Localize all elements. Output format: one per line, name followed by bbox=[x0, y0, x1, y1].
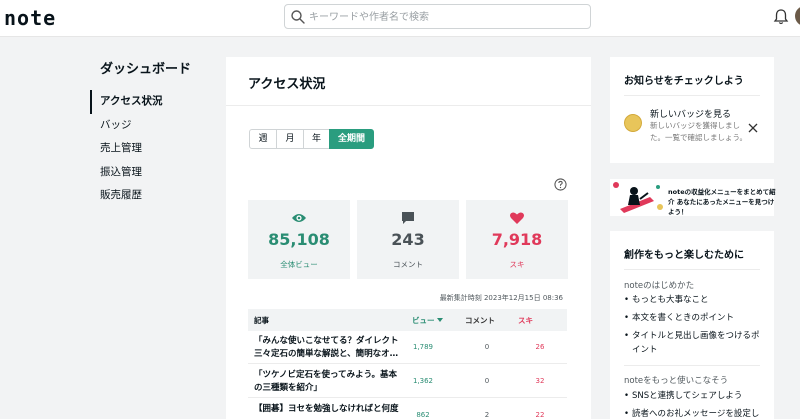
avatar[interactable] bbox=[795, 6, 800, 26]
tips-link[interactable]: もっとも大事なこと bbox=[624, 293, 764, 307]
divider bbox=[226, 105, 591, 106]
sidebar-item-sales[interactable]: 売上管理 bbox=[90, 137, 210, 161]
sidebar-item-history[interactable]: 販売履歴 bbox=[90, 184, 210, 208]
banner-illustration bbox=[610, 179, 666, 216]
comment-icon bbox=[402, 212, 414, 224]
article-title[interactable]: 「みんな使いこなせてる？ダイレクト三々定石の簡単な解説と、簡明なオ… bbox=[254, 335, 404, 361]
article-views: 862 bbox=[416, 411, 430, 419]
article-views: 1,789 bbox=[412, 343, 434, 351]
eye-icon bbox=[292, 214, 306, 222]
tab-all-time[interactable]: 全期間 bbox=[329, 129, 374, 149]
comments-value: 243 bbox=[391, 230, 425, 249]
bell-icon[interactable] bbox=[773, 8, 789, 26]
likes-label: スキ bbox=[509, 260, 525, 269]
article-comments: 0 bbox=[484, 377, 490, 385]
search-box[interactable] bbox=[284, 4, 591, 29]
stat-likes: 7,918 スキ bbox=[466, 200, 568, 279]
tips-link[interactable]: SNSと連携してシェアしよう bbox=[624, 389, 764, 403]
creative-tips-card: 創作をもっと楽しむために noteのはじめかた もっとも大事なこと 本文を書くと… bbox=[610, 231, 774, 419]
header-likes[interactable]: スキ bbox=[518, 315, 533, 326]
tips-link[interactable]: タイトルと見出し画像をつけるポイント bbox=[624, 329, 764, 357]
page-title: アクセス状況 bbox=[248, 77, 326, 92]
sidebar-title: ダッシュボード bbox=[100, 62, 192, 77]
tips-link[interactable]: 本文を書くときのポイント bbox=[624, 311, 764, 325]
tab-month[interactable]: 月 bbox=[276, 129, 304, 149]
sidebar-nav: アクセス状況 バッジ 売上管理 振込管理 販売履歴 bbox=[90, 90, 210, 208]
access-panel: アクセス状況 週 月 年 全期間 85,108 全体ビュー 243 コメント 7… bbox=[226, 57, 591, 419]
comments-label: コメント bbox=[393, 260, 423, 269]
article-likes: 22 bbox=[535, 411, 545, 419]
divider bbox=[624, 269, 760, 270]
article-comments: 2 bbox=[484, 411, 490, 419]
help-icon[interactable] bbox=[554, 178, 567, 191]
tips-link[interactable]: 読者へのお礼メッセージを設定し bbox=[624, 407, 764, 419]
banner-text: noteの収益化メニューをまとめて紹介 あなたにあったメニューを見つけよう！ bbox=[668, 188, 776, 216]
search-icon bbox=[291, 10, 305, 24]
tab-year[interactable]: 年 bbox=[303, 129, 330, 149]
notice-title: お知らせをチェックしよう bbox=[624, 76, 744, 87]
views-value: 85,108 bbox=[268, 230, 330, 249]
notice-item-title[interactable]: 新しいバッジを見る bbox=[650, 107, 731, 120]
sidebar-item-transfer[interactable]: 振込管理 bbox=[90, 161, 210, 185]
divider bbox=[624, 95, 760, 96]
stat-views: 85,108 全体ビュー bbox=[248, 200, 350, 279]
period-tabs: 週 月 年 全期間 bbox=[249, 129, 374, 149]
article-comments: 0 bbox=[484, 343, 490, 351]
close-icon[interactable] bbox=[748, 123, 758, 133]
top-header: note bbox=[0, 0, 800, 37]
tips-section-getting-started: noteのはじめかた bbox=[624, 281, 695, 291]
article-views: 1,362 bbox=[412, 377, 434, 385]
tab-week[interactable]: 週 bbox=[249, 129, 277, 149]
monetize-banner[interactable]: noteの収益化メニューをまとめて紹介 あなたにあったメニューを見つけよう！ bbox=[610, 179, 776, 216]
badge-icon bbox=[624, 114, 642, 132]
table-row[interactable]: 「ツケノビ定石を使ってみよう。基本の三種類を紹介」 1,362 0 32 bbox=[248, 365, 567, 398]
article-likes: 26 bbox=[535, 343, 545, 351]
header-comments[interactable]: コメント bbox=[465, 315, 495, 326]
notice-card: お知らせをチェックしよう 新しいバッジを見る 新しいバッジを獲得しました。一覧で… bbox=[610, 57, 774, 163]
notice-item-text: 新しいバッジを獲得しました。一覧で確認しましょう。 bbox=[650, 121, 748, 142]
header-article: 記事 bbox=[254, 316, 269, 325]
table-row[interactable]: 「みんな使いこなせてる？ダイレクト三々定石の簡単な解説と、簡明なオ… 1,789… bbox=[248, 331, 567, 364]
article-likes: 32 bbox=[535, 377, 545, 385]
sidebar-item-badge[interactable]: バッジ bbox=[90, 114, 210, 138]
views-label: 全体ビュー bbox=[280, 260, 318, 269]
tips-section-advanced: noteをもっと使いこなそう bbox=[624, 376, 729, 386]
article-title[interactable]: 「ツケノビ定石を使ってみよう。基本の三種類を紹介」 bbox=[254, 369, 404, 395]
stat-comments: 243 コメント bbox=[357, 200, 459, 279]
search-input[interactable] bbox=[309, 8, 584, 26]
divider bbox=[624, 365, 760, 366]
table-header: 記事 ビュー コメント スキ bbox=[248, 309, 567, 331]
sidebar-item-access[interactable]: アクセス状況 bbox=[90, 90, 210, 114]
sort-down-icon bbox=[437, 318, 443, 322]
tips-title: 創作をもっと楽しむために bbox=[624, 250, 744, 261]
article-title[interactable]: 【囲碁】ヨセを勉強しなければと何度 bbox=[254, 403, 404, 416]
header-views-sort[interactable]: ビュー bbox=[412, 315, 435, 326]
note-logo[interactable]: note bbox=[4, 6, 56, 30]
heart-icon bbox=[510, 212, 524, 224]
likes-value: 7,918 bbox=[491, 230, 543, 249]
table-row[interactable]: 【囲碁】ヨセを勉強しなければと何度 862 2 22 bbox=[248, 399, 567, 419]
updated-timestamp: 最新集計時刻 2023年12月15日 08:36 bbox=[439, 294, 563, 302]
